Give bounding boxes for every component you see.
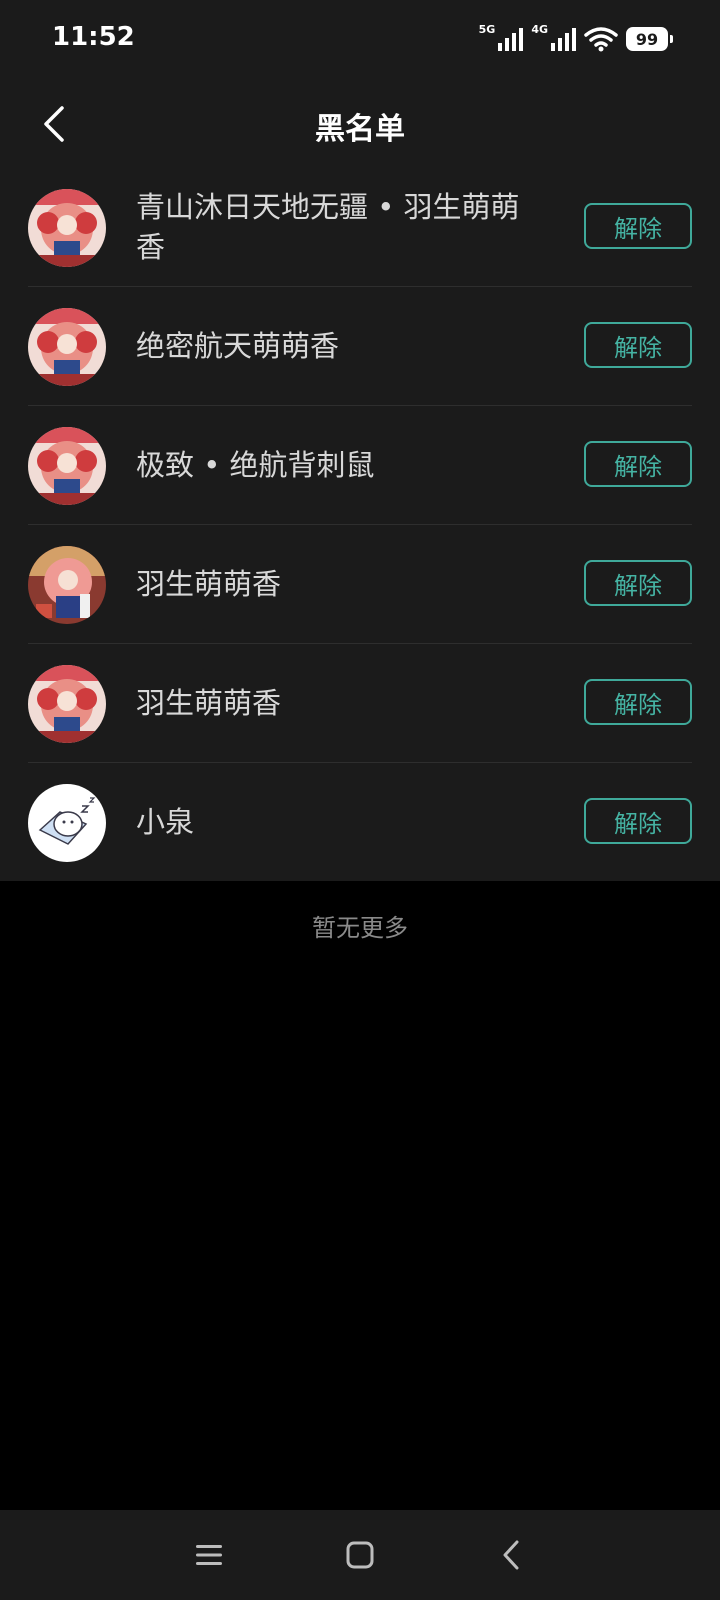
header: 黑名单 <box>0 80 720 168</box>
unblock-button[interactable]: 解除 <box>584 441 692 487</box>
list-item: 绝密航天萌萌香 解除 <box>28 287 692 406</box>
status-bar: 11:52 5G 4G 99 <box>0 0 720 80</box>
user-name: 羽生萌萌香 <box>136 686 282 720</box>
unblock-button[interactable]: 解除 <box>584 322 692 368</box>
avatar[interactable] <box>28 308 106 386</box>
list-item: 羽生萌萌香 解除 <box>28 644 692 763</box>
screen: 11:52 5G 4G 99 黑名单 青山沐日天地无疆 • 羽生萌萌香 解除 绝… <box>0 0 720 1600</box>
avatar[interactable] <box>28 189 106 267</box>
unblock-button[interactable]: 解除 <box>584 560 692 606</box>
unblock-button[interactable]: 解除 <box>584 798 692 844</box>
avatar[interactable] <box>28 784 106 862</box>
system-back-button[interactable] <box>487 1531 535 1579</box>
menu-icon <box>196 1545 222 1565</box>
user-name: 极致 • 绝航背刺鼠 <box>136 448 375 482</box>
user-name: 绝密航天萌萌香 <box>136 329 340 363</box>
list-item: 极致 • 绝航背刺鼠 解除 <box>28 406 692 525</box>
system-nav-bar <box>0 1510 720 1600</box>
user-name: 小泉 <box>136 805 195 839</box>
battery-indicator: 99 <box>626 27 673 51</box>
no-more-label: 暂无更多 <box>312 914 408 942</box>
signal-icon <box>551 28 576 51</box>
blocked-user-list: 青山沐日天地无疆 • 羽生萌萌香 解除 绝密航天萌萌香 解除 极致 • 绝航背刺… <box>0 168 720 881</box>
menu-button[interactable] <box>185 1531 233 1579</box>
avatar[interactable] <box>28 427 106 505</box>
user-name: 青山沐日天地无疆 • 羽生萌萌香 <box>136 190 520 264</box>
back-triangle-icon <box>503 1540 519 1570</box>
home-square-icon <box>346 1541 374 1569</box>
list-item: 小泉 解除 <box>28 763 692 881</box>
list-item: 青山沐日天地无疆 • 羽生萌萌香 解除 <box>28 168 692 287</box>
wifi-icon <box>584 27 618 52</box>
avatar[interactable] <box>28 665 106 743</box>
network-label-4g: 4G <box>531 22 548 36</box>
network-label-5g: 5G <box>478 22 496 36</box>
unblock-button[interactable]: 解除 <box>584 679 692 725</box>
home-button[interactable] <box>336 1531 384 1579</box>
unblock-button[interactable]: 解除 <box>584 203 692 249</box>
avatar[interactable] <box>28 546 106 624</box>
list-item: 羽生萌萌香 解除 <box>28 525 692 644</box>
user-name: 羽生萌萌香 <box>136 567 282 601</box>
status-icons: 5G 4G 99 <box>478 22 673 56</box>
status-time: 11:52 <box>52 22 135 52</box>
signal-icon <box>498 28 524 51</box>
page-title: 黑名单 <box>315 112 405 147</box>
